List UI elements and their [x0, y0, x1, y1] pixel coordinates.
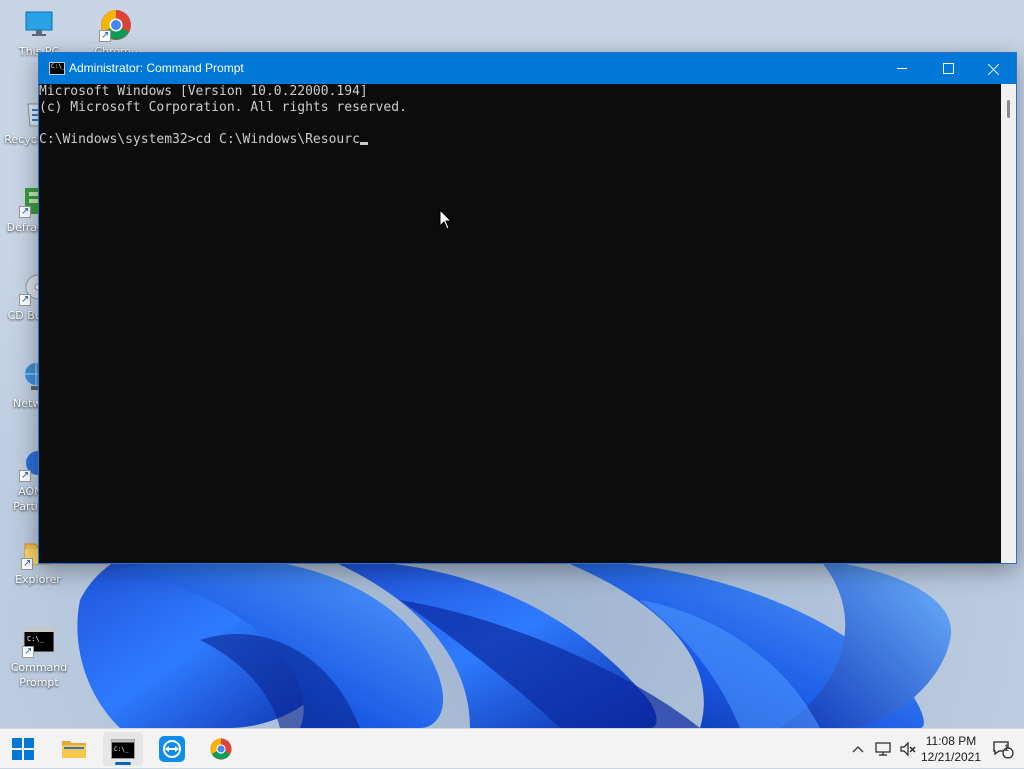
- taskbar: C:\_ 11:08 PM 12/21/2021 1: [0, 728, 1024, 768]
- console-line: (c) Microsoft Corporation. All rights re…: [39, 100, 407, 115]
- network-icon: [875, 742, 891, 756]
- taskbar-chrome[interactable]: [201, 732, 241, 766]
- close-button[interactable]: [971, 53, 1017, 84]
- teamviewer-icon: [159, 736, 185, 762]
- window-titlebar[interactable]: C:\_ Administrator: Command Prompt: [39, 53, 1016, 84]
- taskbar-teamviewer[interactable]: [152, 732, 192, 766]
- notification-icon: [993, 741, 1014, 759]
- chrome-icon: [99, 8, 133, 43]
- svg-text:C:\_: C:\_: [114, 746, 129, 753]
- command-prompt-icon[interactable]: C:\_: [49, 62, 65, 75]
- mouse-pointer-icon: [439, 209, 453, 230]
- vertical-scrollbar[interactable]: [1001, 84, 1016, 563]
- shortcut-arrow-icon: [22, 644, 34, 659]
- scrollbar-thumb[interactable]: [1007, 100, 1010, 118]
- command-prompt-icon: C:\_: [22, 624, 56, 659]
- console-command-text: C:\Windows\system32>cd C:\Windows\Resour…: [39, 132, 360, 147]
- window-title: Administrator: Command Prompt: [69, 61, 244, 75]
- close-icon: [988, 63, 1000, 75]
- show-hidden-icons-button[interactable]: [848, 729, 868, 769]
- notifications-button[interactable]: 1: [990, 729, 1016, 769]
- network-status-button[interactable]: [872, 729, 894, 769]
- console-line: Microsoft Windows [Version 10.0.22000.19…: [39, 84, 368, 99]
- desktop-icon-command-prompt[interactable]: C:\_ Command Prompt: [1, 624, 77, 690]
- maximize-button[interactable]: [925, 53, 971, 84]
- console-output[interactable]: Microsoft Windows [Version 10.0.22000.19…: [39, 84, 1001, 563]
- svg-text:C:\_: C:\_: [27, 635, 45, 643]
- shortcut-arrow-icon: [21, 556, 33, 571]
- desktop-icon-label: Explorer: [15, 573, 61, 586]
- start-button[interactable]: [3, 732, 43, 766]
- taskbar-file-explorer[interactable]: [54, 732, 94, 766]
- clock-time: 11:08 PM: [925, 734, 977, 748]
- notification-count: 1: [1004, 743, 1010, 753]
- shortcut-arrow-icon: [19, 204, 31, 219]
- chevron-up-icon: [852, 746, 864, 753]
- maximize-icon: [942, 63, 954, 74]
- taskbar-command-prompt[interactable]: C:\_: [103, 732, 143, 766]
- computer-icon: [22, 8, 56, 42]
- shortcut-arrow-icon: [19, 468, 31, 483]
- windows-logo-icon: [12, 738, 34, 760]
- desktop-icon-label: Command Prompt: [10, 661, 68, 689]
- chrome-icon: [210, 738, 232, 760]
- taskbar-clock[interactable]: 11:08 PM 12/21/2021: [916, 733, 986, 765]
- command-prompt-window[interactable]: C:\_ Administrator: Command Prompt Micro…: [38, 52, 1017, 564]
- minimize-icon: [897, 68, 907, 69]
- folder-icon: [62, 741, 86, 758]
- console-input-line[interactable]: C:\Windows\system32>cd C:\Windows\Resour…: [39, 132, 1001, 148]
- volume-muted-icon: [900, 741, 916, 757]
- text-cursor: [359, 142, 368, 145]
- minimize-button[interactable]: [879, 53, 925, 84]
- clock-date: 12/21/2021: [920, 750, 982, 764]
- shortcut-arrow-icon: [99, 28, 111, 43]
- shortcut-arrow-icon: [19, 292, 31, 307]
- command-prompt-icon: C:\_: [111, 739, 135, 759]
